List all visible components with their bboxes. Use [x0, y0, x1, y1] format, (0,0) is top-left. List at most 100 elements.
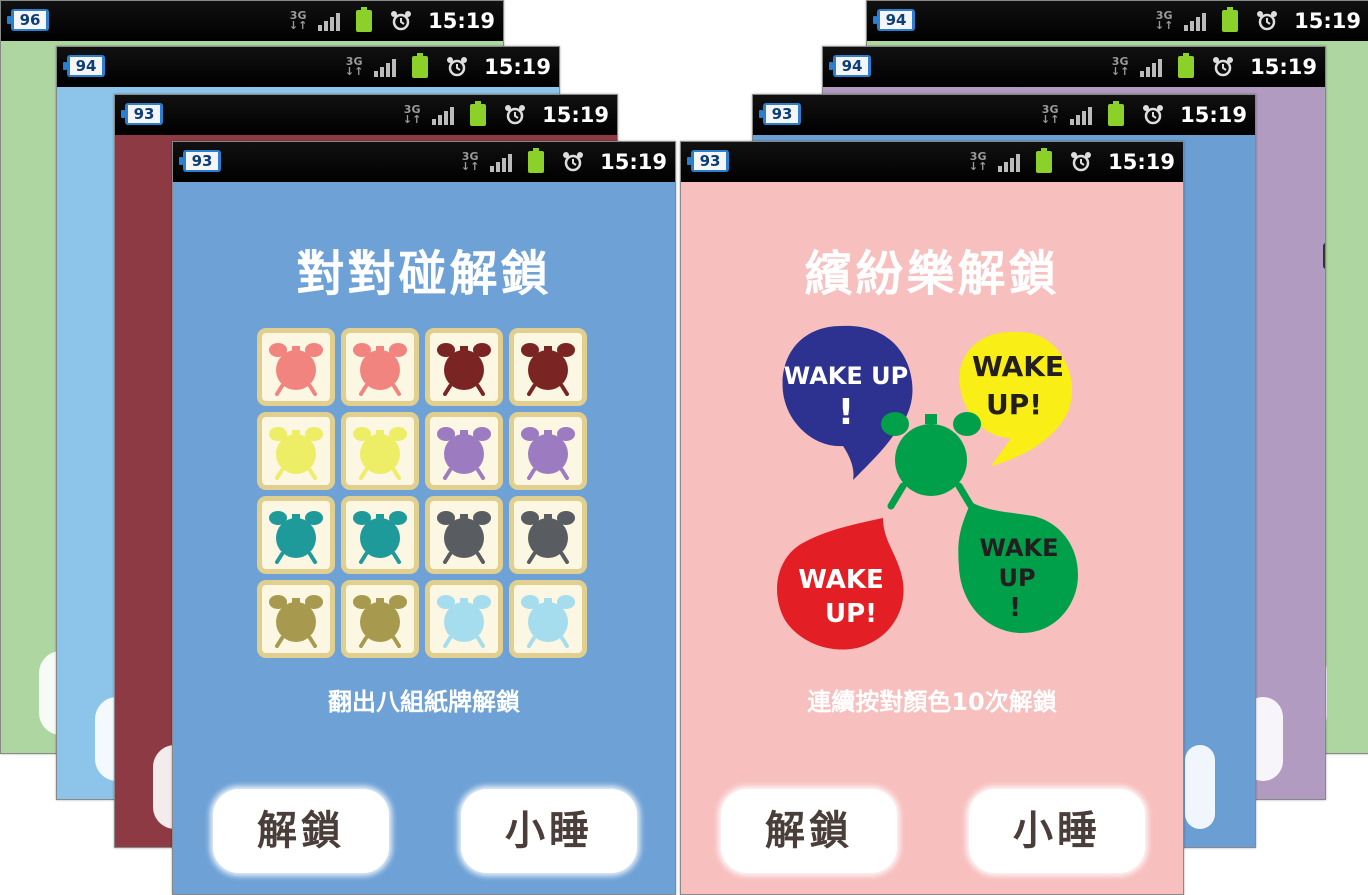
clock: 15:19	[428, 9, 495, 33]
card-tile[interactable]	[425, 580, 503, 658]
card-tile[interactable]	[509, 412, 587, 490]
snooze-button[interactable]: 小睡	[969, 789, 1145, 873]
phone-match-unlock: 93 3G ↓↑ 15:19 對對碰解鎖 翻出八組紙牌解鎖 解鎖 小睡	[172, 141, 676, 895]
svg-text:UP: UP	[998, 564, 1035, 592]
alarm-clock-icon	[521, 595, 575, 648]
card-tile[interactable]	[341, 580, 419, 658]
unlock-button[interactable]: 解鎖	[213, 789, 389, 873]
card-tile[interactable]	[509, 328, 587, 406]
signal-icon	[1140, 57, 1164, 77]
unlock-button[interactable]: 解鎖	[721, 789, 897, 873]
signal-icon	[432, 105, 456, 125]
svg-text:!: !	[838, 392, 854, 433]
card-tile[interactable]	[425, 496, 503, 574]
card-tile[interactable]	[257, 328, 335, 406]
status-icons: 3G ↓↑ 15:19	[400, 95, 609, 135]
status-bar: 93 3G ↓↑ 15:19	[173, 142, 675, 182]
wake-up-bubble-red[interactable]: WAKE UP!	[777, 518, 904, 650]
card-tile[interactable]	[425, 412, 503, 490]
alarm-icon	[1213, 57, 1234, 77]
status-icons: 3G ↓↑ 15:19	[966, 142, 1175, 182]
network-3g-icon: 3G ↓↑	[344, 55, 364, 78]
alarm-clock-icon	[269, 511, 323, 564]
bg-button	[1185, 745, 1215, 829]
battery-level: 93	[186, 152, 218, 170]
battery-level: 94	[880, 11, 912, 29]
battery-level: 94	[836, 57, 868, 75]
status-icons: 3G ↓↑ 15:19	[286, 1, 495, 41]
alarm-icon	[563, 152, 584, 172]
alarm-clock-icon	[353, 511, 407, 564]
snooze-button[interactable]: 小睡	[461, 789, 637, 873]
card-tile[interactable]	[341, 412, 419, 490]
network-3g-icon: 3G ↓↑	[402, 103, 422, 126]
alarm-clock-icon	[269, 595, 323, 648]
battery-level: 93	[694, 152, 726, 170]
page-title: 繽紛樂解鎖	[804, 246, 1060, 302]
alarm-clock-icon	[437, 595, 491, 648]
network-3g-icon: 3G ↓↑	[1110, 55, 1130, 78]
card-tile[interactable]	[341, 496, 419, 574]
battery-icon: 94	[829, 55, 871, 77]
signal-icon	[374, 57, 398, 77]
clock: 15:19	[1250, 55, 1317, 79]
status-bar: 93 3G ↓↑ 15:19	[115, 95, 617, 135]
phone-color-unlock: 93 3G↓↑ 15:19 繽紛樂解鎖 WAKE UP ! WAKE UP!	[680, 141, 1184, 895]
alarm-icon	[447, 57, 468, 77]
card-grid	[257, 328, 589, 660]
charging-battery-icon	[1108, 101, 1125, 126]
clock: 15:19	[1108, 150, 1175, 174]
signal-icon	[1184, 11, 1208, 31]
alarm-clock-icon	[437, 343, 491, 396]
battery-level: 93	[128, 105, 160, 123]
alarm-clock-icon	[269, 343, 323, 396]
card-tile[interactable]	[509, 496, 587, 574]
card-tile[interactable]	[257, 496, 335, 574]
alarm-clock-icon	[353, 427, 407, 480]
alarm-clock-icon	[437, 427, 491, 480]
bubble-area: WAKE UP ! WAKE UP! WAKE UP! WAKE UP !	[771, 320, 1101, 670]
svg-text:WAKE: WAKE	[980, 534, 1059, 562]
svg-text:UP!: UP!	[825, 599, 877, 629]
network-3g-icon: 3G ↓↑	[1040, 103, 1060, 126]
network-3g-icon: 3G ↓↑	[1154, 9, 1174, 32]
wake-up-bubble-yellow[interactable]: WAKE UP!	[959, 332, 1073, 466]
alarm-clock-icon	[353, 595, 407, 648]
instruction-text: 翻出八組紙牌解鎖	[328, 688, 520, 716]
status-bar: 94 3G ↓↑ 15:19	[823, 47, 1325, 87]
card-tile[interactable]	[425, 328, 503, 406]
battery-level: 96	[14, 11, 46, 29]
svg-text:!: !	[1009, 593, 1021, 623]
alarm-clock-icon	[881, 412, 981, 510]
card-tile[interactable]	[341, 328, 419, 406]
alarm-icon	[1257, 11, 1278, 31]
charging-battery-icon	[1036, 148, 1053, 173]
clock: 15:19	[1294, 9, 1361, 33]
card-tile[interactable]	[257, 580, 335, 658]
battery-icon: 96	[7, 9, 49, 31]
status-bar: 94 3G ↓↑ 15:19	[867, 1, 1368, 41]
network-3g-icon: 3G ↓↑	[288, 9, 308, 32]
card-tile[interactable]	[257, 412, 335, 490]
card-tile[interactable]	[509, 580, 587, 658]
wake-up-bubble-green[interactable]: WAKE UP !	[958, 502, 1078, 633]
charging-battery-icon	[470, 101, 487, 126]
network-3g-icon: 3G ↓↑	[460, 150, 480, 173]
charging-battery-icon	[412, 53, 429, 78]
alarm-clock-icon	[269, 427, 323, 480]
battery-icon: 93	[687, 150, 729, 172]
svg-text:UP!: UP!	[986, 388, 1042, 421]
battery-icon: 93	[121, 103, 163, 125]
charging-battery-icon	[356, 7, 373, 32]
svg-text:WAKE UP: WAKE UP	[784, 362, 908, 390]
charging-battery-icon	[1222, 7, 1239, 32]
signal-icon	[1070, 105, 1094, 125]
battery-icon: 93	[759, 103, 801, 125]
bg-mark	[1323, 243, 1325, 269]
status-icons: 3G ↓↑ 15:19	[1038, 95, 1247, 135]
alarm-icon	[1071, 152, 1092, 172]
battery-level: 93	[766, 105, 798, 123]
wake-up-bubble-blue[interactable]: WAKE UP !	[782, 325, 913, 480]
svg-text:WAKE: WAKE	[972, 350, 1064, 383]
status-icons: 3G ↓↑ 15:19	[458, 142, 667, 182]
